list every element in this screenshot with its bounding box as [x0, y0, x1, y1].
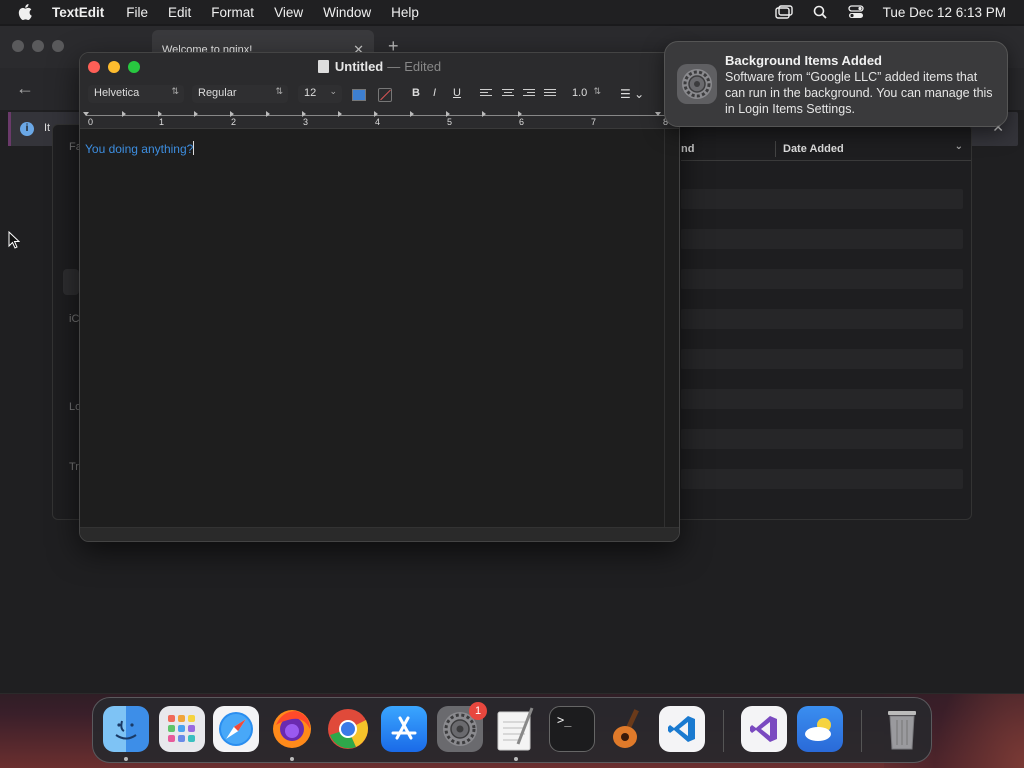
chevron-down-icon: ⌄: [329, 86, 337, 96]
safari-icon[interactable]: [213, 706, 259, 752]
document-title: Untitled: [334, 59, 384, 74]
menu-clock[interactable]: Tue Dec 12 6:13 PM: [883, 5, 1006, 20]
chrome-icon[interactable]: [325, 706, 371, 752]
font-style-select[interactable]: Regular ⇅: [192, 85, 288, 103]
menu-app-name[interactable]: TextEdit: [52, 5, 104, 20]
sidebar-label: Tr: [69, 461, 79, 473]
highlight-color-well[interactable]: [378, 88, 392, 102]
line-spacing-select[interactable]: 1.0 ⇅: [566, 85, 606, 103]
font-family-select[interactable]: Helvetica ⇅: [88, 85, 184, 103]
bold-button[interactable]: B: [412, 87, 420, 99]
vscode-icon[interactable]: [659, 706, 705, 752]
visual-studio-icon[interactable]: [741, 706, 787, 752]
table-header: nd Date Added ⌄: [681, 137, 971, 161]
stepper-icon: ⇅: [593, 86, 601, 96]
menu-window[interactable]: Window: [323, 5, 371, 20]
right-margin-marker[interactable]: [655, 112, 661, 116]
justify-icon[interactable]: [544, 89, 556, 99]
align-left-icon[interactable]: [480, 89, 492, 99]
textedit-icon[interactable]: [493, 706, 539, 752]
align-right-icon[interactable]: [523, 89, 535, 99]
info-bar-text: It: [44, 122, 51, 134]
column-header-kind[interactable]: nd: [681, 143, 694, 155]
info-icon: i: [20, 122, 34, 136]
textedit-title-bar[interactable]: Untitled — Edited: [80, 53, 679, 81]
menu-help[interactable]: Help: [391, 5, 419, 20]
back-arrow-icon[interactable]: ←: [16, 78, 34, 99]
text-caret: [193, 141, 195, 155]
underline-button[interactable]: U: [453, 87, 461, 99]
window-bottom-edge: [80, 527, 679, 541]
menu-bar: TextEdit File Edit Format View Window He…: [0, 0, 1024, 24]
text-color-well[interactable]: [352, 89, 366, 101]
column-header-date-added[interactable]: Date Added: [783, 143, 844, 155]
menu-edit[interactable]: Edit: [168, 5, 191, 20]
table-row[interactable]: [681, 269, 963, 289]
screen-mirroring-icon[interactable]: [774, 4, 793, 20]
list-bullets-icon[interactable]: ☰ ⌄: [620, 87, 644, 101]
weather-icon[interactable]: [797, 706, 843, 752]
notification-body: Software from “Google LLC” added items t…: [725, 70, 993, 116]
document-icon: [317, 60, 329, 73]
notification-title: Background Items Added: [725, 53, 882, 68]
apple-menu-icon[interactable]: [18, 3, 36, 21]
table-row[interactable]: [681, 229, 963, 249]
spotlight-search-icon[interactable]: [811, 4, 829, 20]
indent-marker[interactable]: [83, 112, 89, 116]
browser-window-controls[interactable]: [12, 40, 64, 52]
align-center-icon[interactable]: [502, 89, 514, 99]
stepper-icon: ⇅: [275, 86, 283, 96]
table-row[interactable]: [681, 349, 963, 369]
chevron-down-icon[interactable]: ⌄: [955, 141, 963, 152]
mouse-pointer-icon: [8, 230, 21, 254]
garageband-icon[interactable]: [605, 706, 651, 752]
stepper-icon: ⇅: [171, 86, 179, 96]
dock: 1 >_: [92, 697, 932, 763]
menu-file[interactable]: File: [126, 5, 148, 20]
launchpad-icon[interactable]: [159, 706, 205, 752]
system-settings-icon: [677, 64, 717, 104]
textedit-window: Untitled — Edited Helvetica ⇅ Regular ⇅ 12 ⌄ …: [79, 52, 680, 542]
finder-icon[interactable]: [103, 706, 149, 752]
table-rows: [681, 189, 963, 509]
trash-icon[interactable]: [879, 706, 925, 752]
table-row[interactable]: [681, 389, 963, 409]
format-toolbar: Helvetica ⇅ Regular ⇅ 12 ⌄ B I U 1.0 ⇅ ☰ ⌄: [80, 81, 679, 107]
document-text[interactable]: You doing anything?: [85, 141, 195, 156]
table-row[interactable]: [681, 429, 963, 449]
terminal-icon[interactable]: >_: [549, 706, 595, 752]
notification-badge: 1: [469, 702, 487, 720]
vertical-scrollbar[interactable]: [664, 129, 679, 529]
italic-button[interactable]: I: [433, 87, 436, 99]
app-store-icon[interactable]: [381, 706, 427, 752]
background-items-notification[interactable]: Background Items Added Software from “Go…: [664, 41, 1008, 127]
table-row[interactable]: [681, 469, 963, 489]
text-editing-area[interactable]: You doing anything?: [80, 129, 665, 529]
sidebar-label: iC: [69, 313, 80, 325]
menu-format[interactable]: Format: [211, 5, 254, 20]
table-row[interactable]: [681, 309, 963, 329]
table-row[interactable]: [681, 189, 963, 209]
control-center-icon[interactable]: [847, 4, 865, 20]
window-title: Untitled — Edited: [80, 59, 679, 74]
ruler[interactable]: 0 1 2 3 4 5 6 7 8: [80, 107, 679, 129]
menu-view[interactable]: View: [274, 5, 303, 20]
font-size-select[interactable]: 12 ⌄: [298, 85, 342, 103]
firefox-icon[interactable]: [269, 706, 315, 752]
edited-status: Edited: [404, 59, 442, 74]
sidebar-item[interactable]: [63, 269, 79, 295]
system-settings-icon[interactable]: 1: [437, 702, 487, 752]
